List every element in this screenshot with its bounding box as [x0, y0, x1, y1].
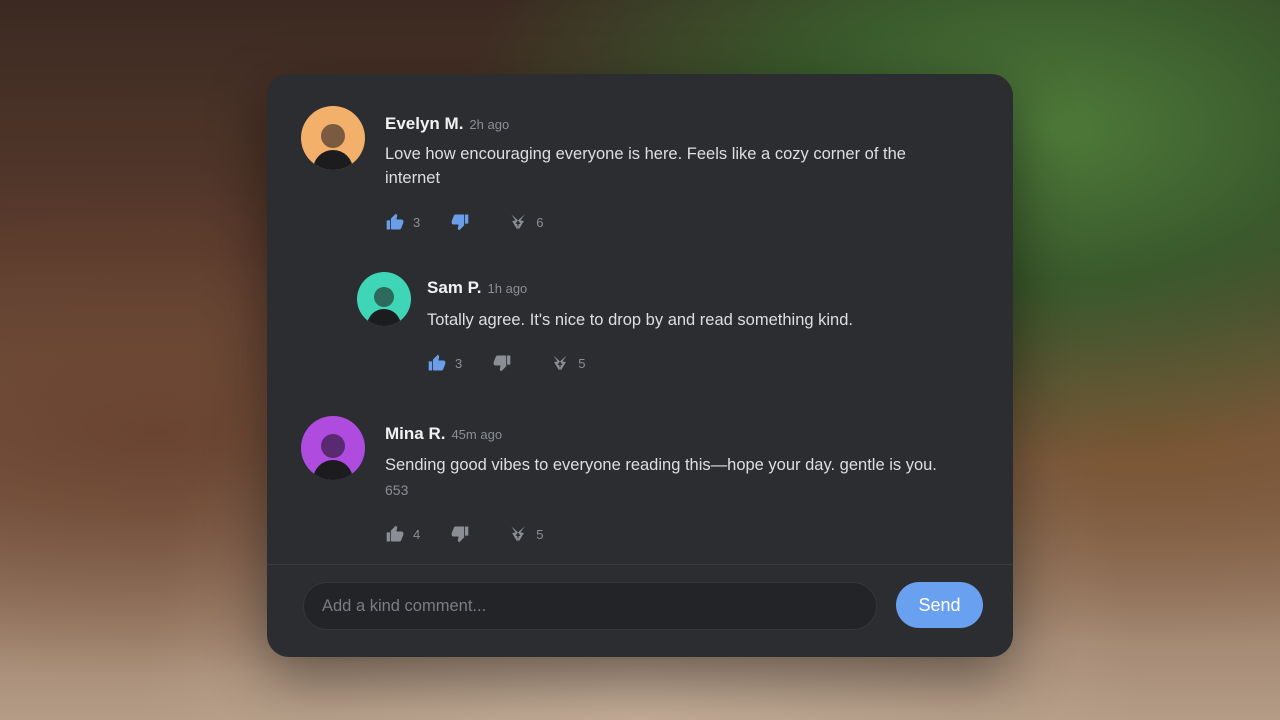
share-icon: [511, 526, 525, 542]
share-count: 5: [536, 526, 544, 542]
comment-author[interactable]: Evelyn M. 2h ago: [385, 114, 509, 134]
comment-timestamp: 45m ago: [451, 427, 503, 442]
avatar[interactable]: [301, 416, 365, 480]
like-button[interactable]: 4: [385, 524, 420, 544]
share-count: 6: [536, 214, 544, 230]
dislike-button[interactable]: [450, 212, 478, 232]
comment-evelyn: Evelyn M. 2h ago Love how encouraging eve…: [267, 74, 1013, 244]
share-button[interactable]: 5: [550, 353, 585, 373]
composer-divider: [267, 564, 1013, 565]
thumbs-up-icon: [428, 354, 446, 371]
thumbs-down-icon: [451, 214, 469, 231]
comment-text: Sending good vibes to everyone reading t…: [385, 456, 937, 474]
like-button[interactable]: 3: [427, 353, 462, 373]
share-button[interactable]: 6: [508, 212, 543, 232]
dislike-button[interactable]: [492, 353, 520, 373]
share-icon: [553, 355, 567, 371]
send-button[interactable]: Send: [896, 582, 983, 628]
comments-panel: Evelyn M. 2h ago Love how encouraging eve…: [267, 74, 1013, 657]
dislike-button[interactable]: [450, 524, 478, 544]
comment-sam: Sam P. 1h ago Totally agree. It's nice to…: [267, 264, 1013, 384]
like-count: 3: [413, 214, 421, 230]
thumbs-up-icon: [386, 213, 404, 230]
comment-input[interactable]: [303, 582, 877, 630]
thumbs-down-icon: [493, 355, 511, 372]
like-count: 4: [413, 526, 421, 542]
comment-text: Love how encouraging everyone is here. F…: [385, 145, 906, 187]
like-button[interactable]: 3: [385, 212, 420, 232]
comment-mina: Mina R. 45m ago Sending good vibes to eve…: [267, 394, 1013, 564]
comment-text: Totally agree. It's nice to drop by and …: [427, 311, 853, 329]
comment-author[interactable]: Sam P. 1h ago: [427, 278, 527, 298]
share-icon: [511, 214, 525, 230]
comment-actions: 3 6: [385, 212, 573, 232]
like-count: 3: [455, 355, 463, 371]
comment-timestamp: 2h ago: [469, 117, 510, 132]
avatar[interactable]: [357, 272, 411, 326]
comment-actions: 3 5: [427, 353, 615, 373]
thumbs-down-icon: [451, 526, 469, 543]
comment-extra: 653: [385, 482, 409, 498]
thumbs-up-icon: [386, 525, 404, 542]
avatar[interactable]: [301, 106, 365, 170]
comment-actions: 4 5: [385, 524, 573, 544]
comment-timestamp: 1h ago: [487, 281, 528, 296]
share-button[interactable]: 5: [508, 524, 543, 544]
share-count: 5: [578, 355, 586, 371]
comment-author[interactable]: Mina R. 45m ago: [385, 424, 502, 444]
